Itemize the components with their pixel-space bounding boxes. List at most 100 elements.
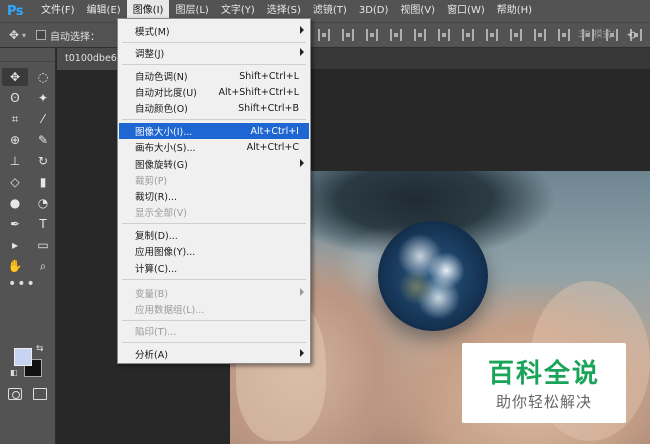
submenu-arrow-icon [300,349,304,357]
swap-colors-icon[interactable]: ⇆ [36,344,44,354]
eraser-icon[interactable]: ◇ [2,173,28,191]
brush-icon[interactable]: ✎ [30,131,56,149]
watermark-badge: 百科全说 助你轻松解决 [462,343,626,423]
align-vcenter-icon[interactable] [342,29,354,41]
gradient-icon[interactable]: ▮ [30,173,56,191]
hand-icon[interactable]: ✋ [2,257,28,275]
auto-select-checkbox[interactable] [36,30,47,40]
menu-separator [122,320,306,321]
rectangle-icon[interactable]: ▭ [30,236,56,254]
tools-panel: ✥ ◌ ʘ ✦ ⌗ ⁄ ⊕ ✎ ⊥ ↻ ◇ ▮ ● ◔ ✒ T ▸ ▭ ✋ ⌕ … [0,48,56,444]
menu-item-auto-contrast[interactable]: 自动对比度(U) Alt+Shift+Ctrl+L [119,84,309,100]
menu-item-label: 显示全部(V) [135,208,187,219]
lasso-icon[interactable]: ʘ [2,89,28,107]
quick-mask-icon[interactable] [8,388,22,400]
eyedropper-icon[interactable]: ⁄ [30,110,56,128]
menu-item-apply-data-set[interactable]: 应用数据组(L)... [119,301,309,317]
tool-grid: ✥ ◌ ʘ ✦ ⌗ ⁄ ⊕ ✎ ⊥ ↻ ◇ ▮ ● ◔ ✒ T ▸ ▭ ✋ ⌕ [0,62,55,275]
align-bottom-icon[interactable] [366,29,378,41]
history-brush-icon[interactable]: ↻ [30,152,56,170]
watermark-subtitle: 助你轻松解决 [495,393,592,411]
healing-brush-icon[interactable]: ⊕ [2,131,28,149]
menu-filter[interactable]: 滤镜(T) [307,0,353,22]
align-right-icon[interactable] [438,29,450,41]
menu-item-calculations[interactable]: 计算(C)... [119,260,309,276]
menu-separator [122,119,306,120]
menu-item-image-rotation[interactable]: 图像旋转(G) [119,156,309,172]
menu-item-label: 分析(A) [135,350,168,361]
options-bar: ✥ ▾ 自动选择： 3D 模式： ⟲ [0,22,650,48]
crop-icon[interactable]: ⌗ [2,110,28,128]
menu-item-canvas-size[interactable]: 画布大小(S)... Alt+Ctrl+C [119,139,309,155]
menu-item-label: 图像旋转(G) [135,160,188,171]
menu-3d[interactable]: 3D(D) [353,0,395,22]
3d-orbit-icon[interactable]: ⟲ [627,29,636,42]
distribute-left-icon[interactable] [534,29,546,41]
blur-icon[interactable]: ● [2,194,28,212]
menu-item-label: 变量(B) [135,289,168,300]
pen-icon[interactable]: ✒ [2,215,28,233]
menu-item-mode[interactable]: 模式(M) [119,23,309,39]
menu-help[interactable]: 帮助(H) [491,0,538,22]
screen-mode-icon[interactable] [33,388,47,400]
panel-grip[interactable] [0,48,55,62]
menu-item-label: 模式(M) [135,27,170,38]
menu-item-shortcut: Alt+Shift+Ctrl+L [218,86,299,98]
menu-item-duplicate[interactable]: 复制(D)... [119,227,309,243]
menu-item-reveal-all[interactable]: 显示全部(V) [119,204,309,220]
menu-item-label: 陷印(T)... [135,327,177,338]
more-tools-icon[interactable]: ••• [8,276,36,292]
photoshop-logo: Ps [6,3,24,19]
distribute-hcenter-icon[interactable] [558,29,570,41]
menu-item-image-size[interactable]: 图像大小(I)... Alt+Ctrl+I [119,123,309,139]
menu-item-trim[interactable]: 裁切(R)... [119,188,309,204]
menu-item-label: 调整(J) [135,49,165,60]
auto-select-label: 自动选择： [50,31,101,43]
menu-view[interactable]: 视图(V) [394,0,441,22]
align-top-icon[interactable] [318,29,330,41]
dodge-icon[interactable]: ◔ [30,194,56,212]
menu-window[interactable]: 窗口(W) [441,0,491,22]
menu-separator [122,279,306,280]
menu-item-trap[interactable]: 陷印(T)... [119,323,309,339]
move-tool-icon[interactable]: ✥ [2,68,28,86]
distribute-vcenter-icon[interactable] [486,29,498,41]
path-selection-icon[interactable]: ▸ [2,236,28,254]
magic-wand-icon[interactable]: ✦ [30,89,56,107]
menu-item-shortcut: Alt+Ctrl+C [246,141,299,153]
menu-item-label: 裁剪(P) [135,176,168,187]
distribute-bottom-icon[interactable] [510,29,522,41]
menu-item-auto-tone[interactable]: 自动色调(N) Shift+Ctrl+L [119,68,309,84]
chevron-down-icon[interactable]: ▾ [22,31,26,40]
3d-mode-label: 3D 模式： [578,30,621,40]
menu-item-label: 复制(D)... [135,231,178,242]
menu-item-variables[interactable]: 变量(B) [119,285,309,301]
zoom-icon[interactable]: ⌕ [30,257,56,275]
distribute-top-icon[interactable] [462,29,474,41]
align-hcenter-icon[interactable] [414,29,426,41]
menu-item-label: 应用图像(Y)... [135,247,196,258]
menu-item-label: 自动色调(N) [135,72,188,83]
type-icon[interactable]: T [30,215,56,233]
menu-separator [122,64,306,65]
menu-item-label: 自动颜色(O) [135,104,188,115]
menu-item-adjustments[interactable]: 调整(J) [119,45,309,61]
submenu-arrow-icon [300,159,304,167]
menu-item-auto-color[interactable]: 自动颜色(O) Shift+Ctrl+B [119,100,309,116]
clone-stamp-icon[interactable]: ⊥ [2,152,28,170]
menu-item-label: 计算(C)... [135,264,178,275]
menu-item-apply-image[interactable]: 应用图像(Y)... [119,243,309,259]
foreground-color-swatch[interactable] [14,348,32,366]
menu-item-label: 画布大小(S)... [135,143,196,154]
submenu-arrow-icon [300,26,304,34]
menu-item-label: 应用数据组(L)... [135,305,205,316]
align-left-icon[interactable] [390,29,402,41]
menu-file[interactable]: 文件(F) [35,0,81,22]
watermark-title: 百科全说 [487,359,600,389]
default-colors-icon[interactable]: ◧ [10,368,18,377]
menu-item-crop[interactable]: 裁剪(P) [119,172,309,188]
menu-item-shortcut: Shift+Ctrl+B [238,102,299,114]
menu-item-analysis[interactable]: 分析(A) [119,346,309,362]
menu-item-label: 图像大小(I)... [135,127,193,138]
elliptical-marquee-icon[interactable]: ◌ [30,68,56,86]
